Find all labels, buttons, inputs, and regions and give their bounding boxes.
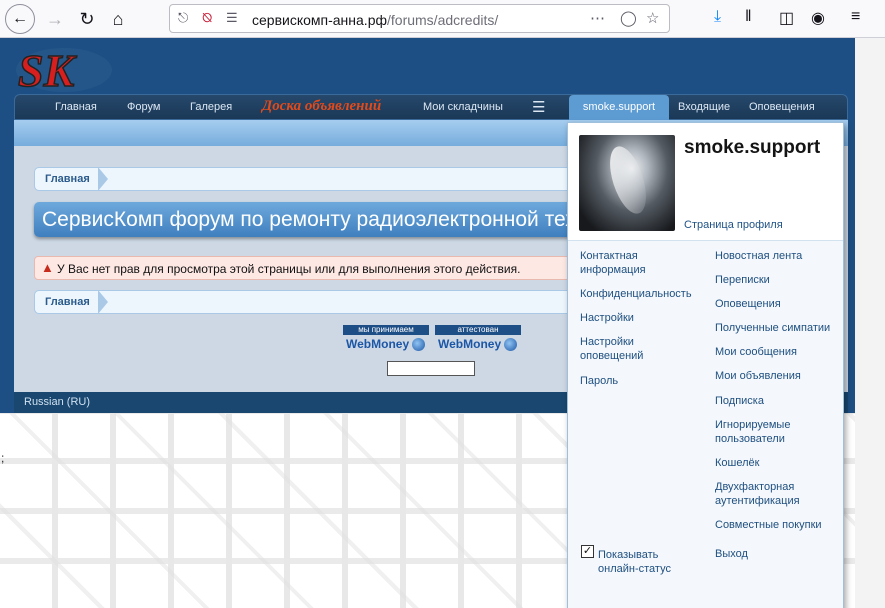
user-dropdown-menu: smoke.support Страница профиля Контактна… xyxy=(567,122,844,608)
page-title: СервисКомп форум по ремонту радиоэлектро… xyxy=(42,208,574,231)
main-nav: Главная Форум Галерея Доска объявлений М… xyxy=(14,94,848,121)
home-icon[interactable]: ⌂ xyxy=(103,4,133,34)
breadcrumb-arrow xyxy=(98,290,108,314)
profile-link[interactable]: Страница профиля xyxy=(684,219,783,231)
browser-toolbar: ← → ↻ ⌂ ⎋ ⦰ ☰ сервискомп-анна.рф/forums/… xyxy=(0,0,885,38)
blocked-camera-icon[interactable]: ⦰ xyxy=(202,10,212,26)
logout-link[interactable]: Выход xyxy=(715,547,748,561)
breadcrumb-home-bottom[interactable]: Главная xyxy=(45,296,90,308)
menu-alerts[interactable]: Оповещения xyxy=(715,297,781,311)
online-status-label[interactable]: Показывать онлайн-статус xyxy=(598,548,693,576)
nav-home[interactable]: Главная xyxy=(55,101,97,113)
menu-news-feed[interactable]: Новостная лента xyxy=(715,249,802,263)
error-text: У Вас нет прав для просмотра этой страни… xyxy=(57,262,521,276)
breadcrumb-bottom: Главная xyxy=(34,290,574,314)
reader-icon[interactable]: ◫ xyxy=(779,8,794,28)
scrollbar[interactable] xyxy=(855,38,885,608)
more-dots-icon[interactable]: ⋯ xyxy=(590,9,605,27)
pocket-icon[interactable]: ◯ xyxy=(620,9,637,27)
menu-privacy[interactable]: Конфиденциальность xyxy=(580,287,692,301)
menu-icon[interactable]: ☰ xyxy=(532,98,545,116)
webmoney-accept-caption: мы принимаем xyxy=(343,325,429,335)
account-icon[interactable]: ◉ xyxy=(811,8,825,28)
menu-conversations[interactable]: Переписки xyxy=(715,273,770,287)
shield-icon[interactable]: ⎋ xyxy=(178,10,188,26)
menu-my-ads[interactable]: Мои объявления xyxy=(715,369,801,383)
stray-text: ; xyxy=(1,451,5,465)
nav-gallery[interactable]: Галерея xyxy=(190,101,232,113)
url-text[interactable]: сервискомп-анна.рф/forums/adcredits/ xyxy=(252,12,498,28)
page-title-bar: СервисКомп форум по ремонту радиоэлектро… xyxy=(34,202,574,237)
menu-two-step[interactable]: Двухфакторная аутентификация xyxy=(715,480,815,508)
nav-forum[interactable]: Форум xyxy=(127,101,160,113)
menu-password[interactable]: Пароль xyxy=(580,374,618,388)
menu-settings[interactable]: Настройки xyxy=(580,311,634,325)
breadcrumb-home[interactable]: Главная xyxy=(45,173,90,185)
page: SK Главная Форум Галерея Доска объявлени… xyxy=(0,38,885,608)
forward-icon[interactable]: → xyxy=(40,4,70,34)
site-logo[interactable]: SK xyxy=(14,42,114,94)
nav-board[interactable]: Доска объявлений xyxy=(262,98,381,115)
back-icon[interactable]: ← xyxy=(5,4,35,34)
star-icon[interactable]: ☆ xyxy=(646,9,659,27)
menu-my-posts[interactable]: Мои сообщения xyxy=(715,345,797,359)
webmoney-accept-badge[interactable]: мы принимаем WebMoney xyxy=(343,325,429,355)
breadcrumb-top: Главная xyxy=(34,167,574,191)
library-icon[interactable]: ‖ xyxy=(745,8,752,26)
menu-subscription[interactable]: Подписка xyxy=(715,394,764,408)
menu-contact-info[interactable]: Контактная информация xyxy=(580,249,700,277)
url-bar[interactable]: ⎋ ⦰ ☰ сервискомп-анна.рф/forums/adcredit… xyxy=(169,4,670,33)
online-status-checkbox[interactable]: ✓ xyxy=(581,545,594,558)
download-icon[interactable]: ⤓ xyxy=(714,8,721,26)
webmoney-globe-icon xyxy=(504,338,518,352)
page-settings-icon[interactable]: ☰ xyxy=(226,10,238,26)
webmoney-accept-label: WebMoney xyxy=(346,337,410,351)
menu-ignored-users[interactable]: Игнорируемые пользователи xyxy=(715,418,820,446)
nav-user-tab[interactable]: smoke.support xyxy=(569,95,669,121)
breadcrumb-arrow xyxy=(98,167,108,191)
menu-alert-settings[interactable]: Настройки оповещений xyxy=(580,335,670,363)
menu-wallet[interactable]: Кошелёк xyxy=(715,456,759,470)
warning-icon: ▲ xyxy=(41,260,54,275)
menu-likes-received[interactable]: Полученные симпатии xyxy=(715,321,830,335)
webmoney-globe-icon xyxy=(412,338,426,352)
webmoney-certified-label: WebMoney xyxy=(438,337,502,351)
webmoney-certified-badge[interactable]: аттестован WebMoney xyxy=(435,325,521,355)
hamburger-icon[interactable]: ≡ xyxy=(851,8,860,26)
logo-text: SK xyxy=(18,45,78,94)
counter-widget[interactable] xyxy=(387,361,475,376)
menu-group-buys[interactable]: Совместные покупки xyxy=(715,518,822,532)
nav-alerts[interactable]: Оповещения xyxy=(749,101,815,113)
webmoney-certified-caption: аттестован xyxy=(435,325,521,335)
nav-my-groupbuys[interactable]: Мои складчины xyxy=(423,101,503,113)
menu-username: smoke.support xyxy=(684,137,821,158)
language-chooser[interactable]: Russian (RU) xyxy=(24,396,90,408)
avatar[interactable] xyxy=(579,135,675,231)
reload-icon[interactable]: ↻ xyxy=(72,4,102,34)
user-menu-header: smoke.support Страница профиля xyxy=(568,123,843,241)
nav-inbox[interactable]: Входящие xyxy=(678,101,730,113)
error-message: ▲ У Вас нет прав для просмотра этой стра… xyxy=(34,256,574,280)
